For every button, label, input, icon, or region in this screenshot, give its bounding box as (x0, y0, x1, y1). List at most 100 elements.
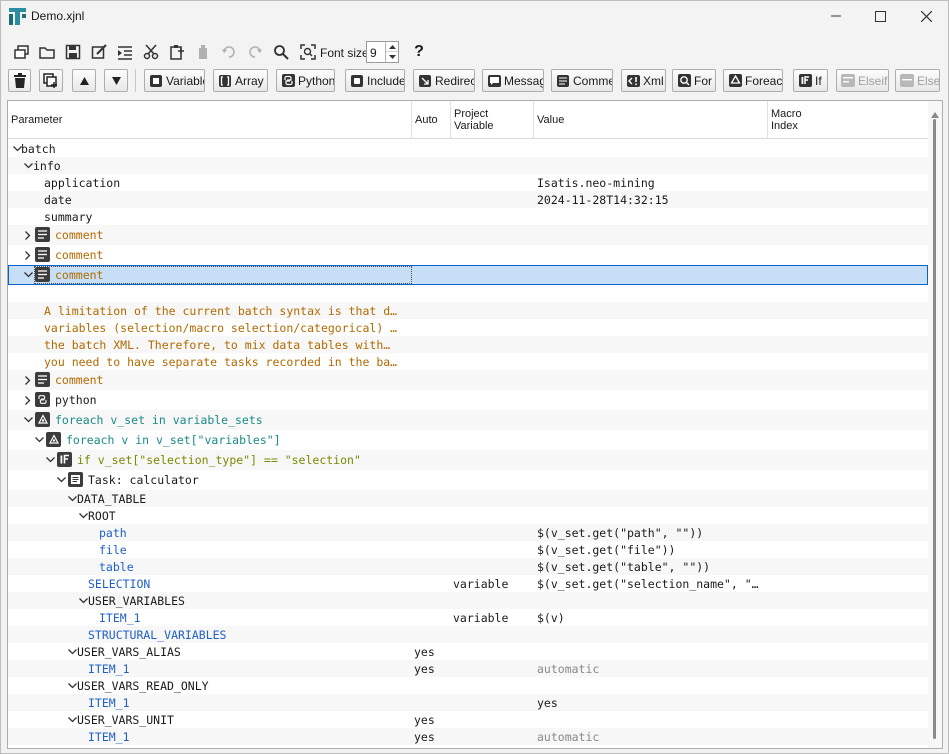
minimize-button[interactable] (813, 1, 859, 31)
column-header-project-variable[interactable]: Project Variable (451, 101, 533, 139)
chevron-down-icon[interactable] (23, 415, 33, 425)
add-redirect-button[interactable]: Redirect (413, 69, 475, 92)
spin-up-icon[interactable] (386, 42, 398, 52)
auto-cell[interactable]: yes (414, 645, 448, 659)
chevron-right-icon[interactable] (23, 250, 33, 260)
tree-row[interactable]: foreach v in v_set["variables"] (8, 430, 928, 450)
duplicate-button[interactable] (39, 69, 63, 92)
chevron-down-icon[interactable] (67, 494, 77, 504)
column-header-value[interactable]: Value (534, 101, 767, 139)
tree-row[interactable]: comment (8, 245, 928, 265)
chevron-down-icon[interactable] (23, 161, 33, 171)
add-xml-button[interactable]: Xml (621, 69, 666, 92)
tree-row[interactable]: application Isatis.neo-mining (8, 174, 928, 191)
project-variable-cell[interactable]: variable (453, 611, 531, 625)
tree-row[interactable]: STRUCTURAL_VARIABLES (8, 626, 928, 643)
tree-row[interactable]: Task: calculator (8, 470, 928, 490)
font-size-value[interactable]: 9 (370, 46, 377, 60)
chevron-down-icon[interactable] (67, 681, 77, 691)
chevron-down-icon[interactable] (67, 647, 77, 657)
search-icon[interactable] (270, 41, 292, 63)
maximize-button[interactable] (857, 1, 903, 31)
add-comment-button[interactable]: Comment (551, 69, 613, 92)
add-python-button[interactable]: Python (276, 69, 335, 92)
spin-down-icon[interactable] (386, 52, 398, 62)
indent-icon[interactable] (114, 41, 136, 63)
tree-row[interactable]: comment (8, 370, 928, 390)
tree-row[interactable]: the batch XML. Therefore, to mix data ta… (8, 336, 928, 353)
move-up-button[interactable] (72, 69, 96, 92)
tree-row[interactable]: path $(v_set.get("path", "")) (8, 524, 928, 541)
value-cell[interactable]: yes (537, 696, 765, 710)
column-header-auto[interactable]: Auto (412, 101, 450, 139)
chevron-down-icon[interactable] (78, 511, 88, 521)
auto-cell[interactable]: yes (414, 730, 448, 744)
add-include-button[interactable]: Include (345, 69, 405, 92)
chevron-down-icon[interactable] (56, 475, 66, 485)
add-for-button[interactable]: For (672, 69, 716, 92)
chevron-right-icon[interactable] (23, 375, 33, 385)
move-down-button[interactable] (104, 69, 128, 92)
tree-row[interactable]: DATA_TABLE (8, 490, 928, 507)
paste-insert-icon[interactable] (166, 41, 188, 63)
tree-row[interactable]: you need to have separate tasks recorded… (8, 353, 928, 370)
scroll-up-icon[interactable] (931, 107, 939, 118)
chevron-down-icon[interactable] (78, 596, 88, 606)
add-foreach-button[interactable]: Foreach (723, 69, 783, 92)
tree-row[interactable]: variables (selection/macro selection/cat… (8, 319, 928, 336)
auto-cell[interactable]: yes (414, 662, 448, 676)
chevron-down-icon[interactable] (45, 455, 55, 465)
scrollbar-thumb[interactable] (933, 119, 936, 739)
column-header-macro-index[interactable]: Macro Index (768, 101, 928, 139)
add-if-button[interactable]: If (793, 69, 828, 92)
tree-row[interactable] (8, 285, 928, 302)
chevron-down-icon[interactable] (67, 715, 77, 725)
help-button[interactable]: ? (408, 41, 430, 63)
tree-row[interactable]: summary (8, 208, 928, 225)
font-size-spinbox[interactable]: 9 (366, 41, 399, 63)
tree-row[interactable]: comment (8, 225, 928, 245)
tree-row[interactable]: ROOT (8, 507, 928, 524)
value-cell[interactable]: $(v_set.get("path", "")) (537, 526, 765, 540)
tree-row[interactable]: USER_VARS_UNIT yes (8, 711, 928, 728)
value-cell[interactable]: $(v_set.get("selection_name", "… (537, 577, 765, 591)
value-cell[interactable]: automatic (537, 730, 765, 744)
tree-row[interactable]: ITEM_1 variable $(v) (8, 609, 928, 626)
tree-row[interactable]: USER_VARS_ALIAS yes (8, 643, 928, 660)
value-cell[interactable]: $(v_set.get("table", "")) (537, 560, 765, 574)
auto-cell[interactable]: yes (414, 713, 448, 727)
parameter-tree-table[interactable]: Parameter Auto Project Variable Value Mac… (7, 100, 943, 749)
value-cell[interactable]: automatic (537, 662, 765, 676)
tree-row[interactable]: ITEM_1 yes automatic (8, 728, 928, 745)
tree-row[interactable]: table $(v_set.get("table", "")) (8, 558, 928, 575)
add-message-button[interactable]: Message (482, 69, 544, 92)
add-variable-button[interactable]: Variable (144, 69, 205, 92)
add-array-button[interactable]: Array (213, 69, 268, 92)
tree-row[interactable]: ITEM_1 yes (8, 694, 928, 711)
value-cell[interactable]: Isatis.neo-mining (537, 176, 765, 190)
tree-row[interactable]: date 2024-11-28T14:32:15 (8, 191, 928, 208)
tree-row[interactable]: A limitation of the current batch syntax… (8, 302, 928, 319)
close-button[interactable] (903, 1, 949, 31)
tree-row[interactable]: USER_VARIABLES (8, 592, 928, 609)
tree-row[interactable]: info (8, 157, 928, 174)
save-icon[interactable] (62, 41, 84, 63)
tree-row[interactable]: batch (8, 140, 928, 157)
cut-icon[interactable] (140, 41, 162, 63)
chevron-right-icon[interactable] (23, 395, 33, 405)
tree-row[interactable]: comment (8, 265, 928, 285)
tree-row[interactable]: file $(v_set.get("file")) (8, 541, 928, 558)
tree-row[interactable]: if v_set["selection_type"] == "selection… (8, 450, 928, 470)
value-cell[interactable]: $(v) (537, 611, 765, 625)
tree-row[interactable]: USER_VARS_READ_ONLY (8, 677, 928, 694)
tree-row[interactable]: foreach v_set in variable_sets (8, 410, 928, 430)
tree-row[interactable]: python (8, 390, 928, 410)
chevron-down-icon[interactable] (23, 270, 33, 280)
zoom-fit-icon[interactable] (297, 41, 319, 63)
open-folder-icon[interactable] (36, 41, 58, 63)
tree-row[interactable]: SELECTION variable $(v_set.get("selection_… (8, 575, 928, 592)
delete-button[interactable] (8, 69, 31, 92)
tree-row[interactable]: ITEM_1 yes automatic (8, 660, 928, 677)
chevron-down-icon[interactable] (34, 435, 44, 445)
project-variable-cell[interactable]: variable (453, 577, 531, 591)
